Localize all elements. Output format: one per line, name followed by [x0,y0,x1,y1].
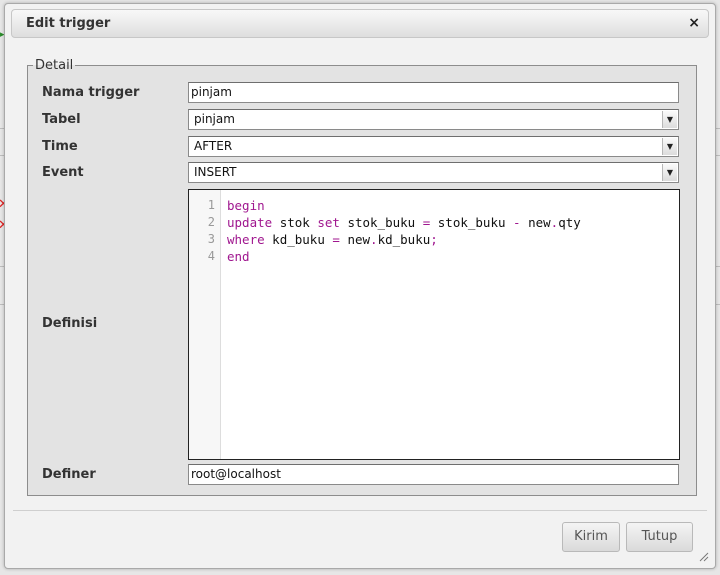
submit-button[interactable]: Kirim [562,522,620,552]
time-select[interactable]: AFTER ▼ [188,136,679,157]
event-label: Event [42,165,84,180]
definition-code-editor[interactable]: 1 2 3 4 begin update stok set stok_buku … [188,189,680,460]
code-line[interactable]: begin [227,197,265,214]
table-select-value: pinjam [194,112,235,126]
table-select[interactable]: pinjam ▼ [188,109,679,130]
line-number-gutter: 1 2 3 4 [189,190,221,459]
detail-legend: Detail [35,58,74,73]
chevron-down-icon[interactable]: ▼ [662,138,677,155]
chevron-down-icon[interactable]: ▼ [662,111,677,128]
line-number: 1 [207,198,215,212]
time-select-value: AFTER [194,139,233,153]
trigger-name-input[interactable]: pinjam [188,82,679,103]
event-select[interactable]: INSERT ▼ [188,162,679,183]
table-label: Tabel [42,112,81,127]
dialog-titlebar[interactable]: Edit trigger × [11,9,709,38]
definer-label: Definer [42,467,96,482]
definer-input[interactable]: root@localhost [188,464,679,485]
dialog-title: Edit trigger [26,16,111,31]
event-select-value: INSERT [194,165,237,179]
chevron-down-icon[interactable]: ▼ [662,164,677,181]
time-label: Time [42,139,78,154]
code-line[interactable]: where kd_buku = new.kd_buku; [227,231,438,248]
definition-label: Definisi [42,316,98,331]
footer-divider [13,510,707,511]
line-number: 3 [207,232,215,246]
code-line[interactable]: update stok set stok_buku = stok_buku - … [227,214,581,231]
resize-grip-icon[interactable] [699,552,709,562]
trigger-name-label: Nama trigger [42,85,140,100]
edit-trigger-dialog: Edit trigger × Detail Nama trigger pinja… [4,3,716,569]
line-number: 2 [207,215,215,229]
close-button[interactable]: Tutup [626,522,693,552]
line-number: 4 [207,249,215,263]
code-line[interactable]: end [227,248,250,265]
close-icon[interactable]: × [688,15,700,31]
